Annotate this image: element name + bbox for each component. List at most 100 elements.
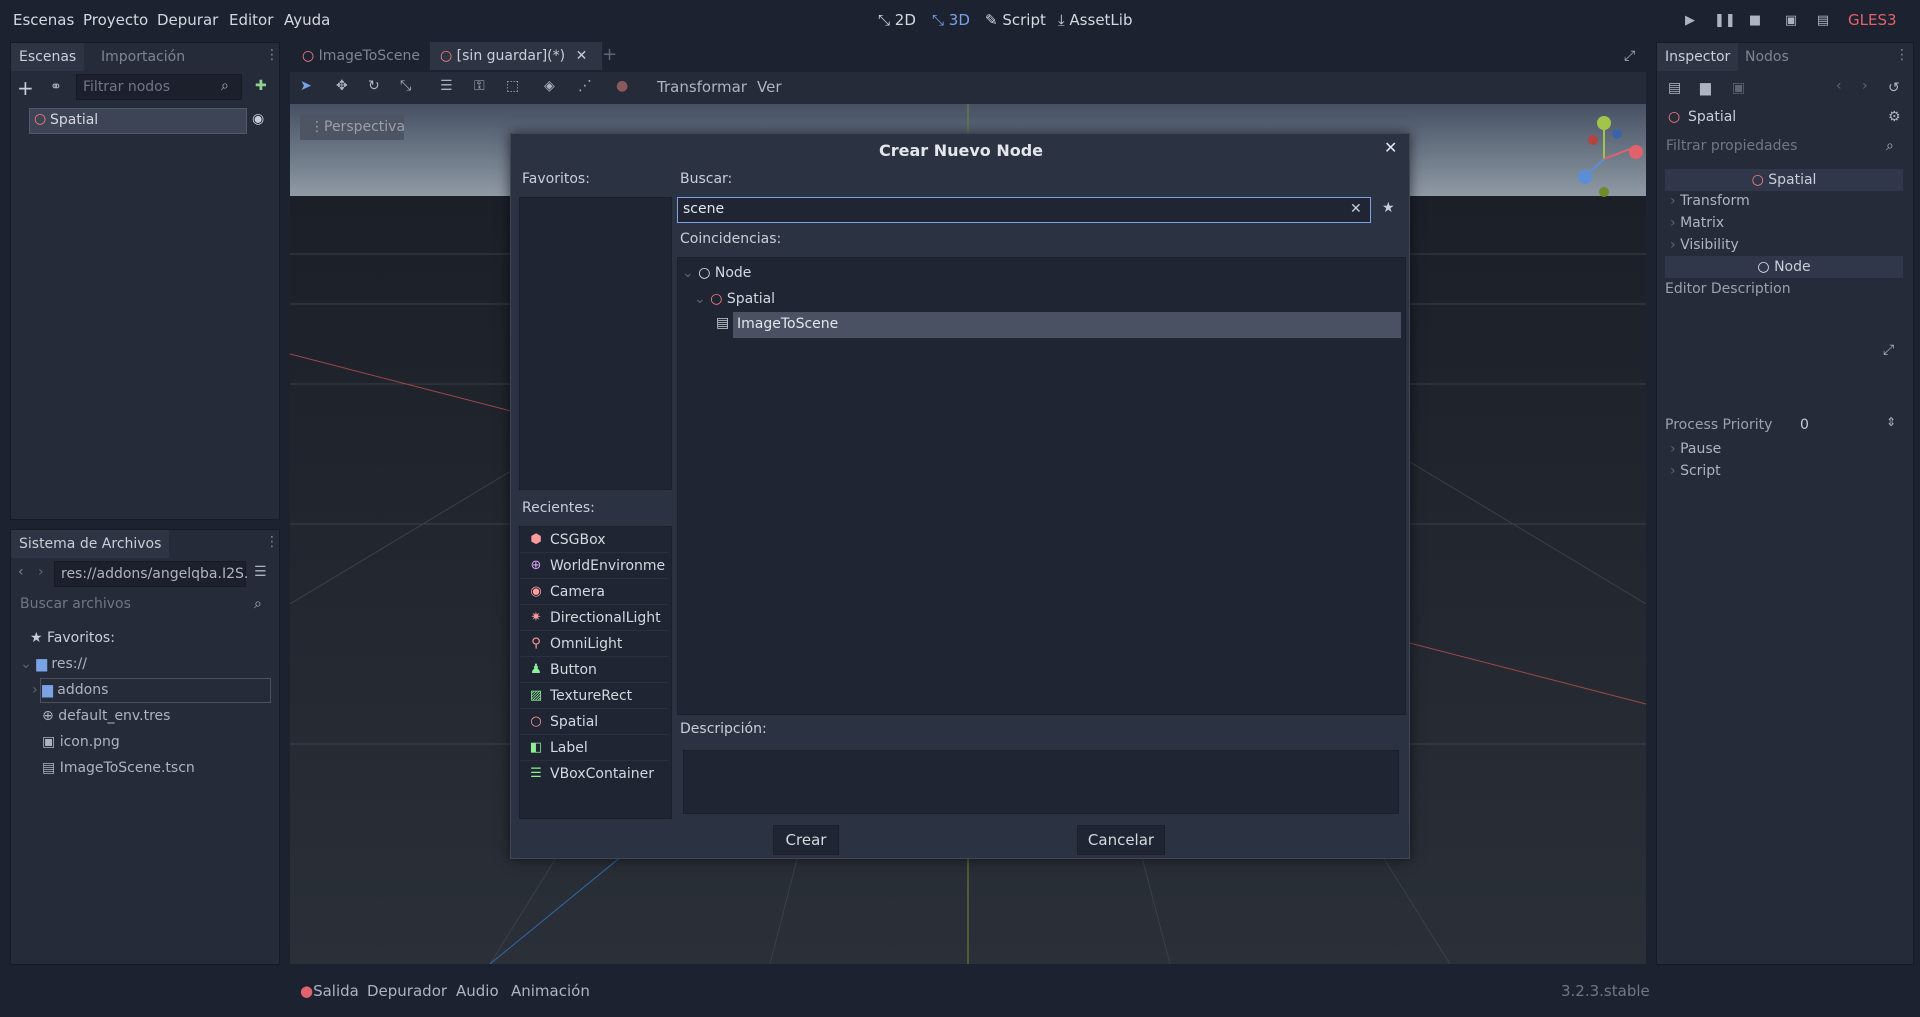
create-button[interactable]: Crear: [773, 825, 839, 855]
fs-favorites[interactable]: ★ Favoritos:: [30, 630, 115, 646]
play-scene-icon[interactable]: ▣: [1782, 12, 1800, 30]
menu-project[interactable]: Proyecto: [83, 11, 148, 29]
panel-menu-icon[interactable]: ⋮: [1895, 47, 1909, 63]
tab-inspector[interactable]: Inspector: [1657, 43, 1739, 71]
tab-imagetoscene[interactable]: ○ ImageToScene: [292, 42, 428, 70]
stop-icon[interactable]: ■: [1746, 12, 1764, 30]
menu-debug[interactable]: Depurar: [157, 11, 218, 29]
open-folder-icon[interactable]: ▆: [1700, 80, 1711, 96]
pause-icon[interactable]: ❚❚: [1714, 12, 1736, 30]
visibility-icon[interactable]: ◉: [252, 111, 264, 127]
tab-nodes[interactable]: Nodos: [1737, 43, 1797, 71]
search-files-input[interactable]: Buscar archivos: [14, 592, 246, 618]
play-custom-icon[interactable]: ▤: [1814, 12, 1832, 30]
tab-unsaved[interactable]: ○ [sin guardar](*) ✕: [430, 42, 602, 70]
renderer-label[interactable]: GLES3: [1848, 11, 1897, 29]
link-icon[interactable]: ⚭: [50, 79, 62, 95]
process-priority-field[interactable]: 0 ⇕: [1792, 413, 1902, 439]
panel-menu-icon[interactable]: ⋮: [265, 47, 279, 63]
recent-item[interactable]: ✷ DirectionalLight: [520, 605, 668, 631]
script-add-icon[interactable]: ✚: [255, 78, 267, 94]
mode-script-button[interactable]: ✎ Script: [985, 11, 1046, 29]
mode-2d-button[interactable]: ⤡ 2D: [878, 11, 916, 29]
recent-item[interactable]: ◉ Camera: [520, 579, 668, 605]
fs-file-env[interactable]: ⊕ default_env.tres: [42, 708, 170, 724]
tab-import[interactable]: Importación: [93, 43, 193, 71]
recent-item[interactable]: ♟ Button: [520, 657, 668, 683]
tree-item-node[interactable]: ⌄ ○ Node: [682, 260, 1282, 286]
object-properties-icon[interactable]: ⚙: [1888, 109, 1901, 125]
favorites-list[interactable]: [519, 197, 672, 490]
layout-toggle-icon[interactable]: ☰: [254, 564, 267, 580]
view-menu[interactable]: Ver: [757, 78, 782, 96]
filter-properties-input[interactable]: Filtrar propiedades: [1660, 134, 1908, 160]
fs-addons-folder[interactable]: › ▆ addons: [32, 682, 108, 698]
panel-menu-icon[interactable]: ⋮: [265, 534, 279, 550]
spinner-icon[interactable]: ⇕: [1886, 415, 1896, 429]
tree-item-spatial[interactable]: ⌄ ○ Spatial: [694, 286, 1294, 312]
save-icon[interactable]: ▣: [1732, 80, 1745, 96]
fullscreen-icon[interactable]: ⤢: [1624, 48, 1635, 64]
expand-icon[interactable]: ⤢: [1883, 342, 1894, 358]
prop-script[interactable]: › Script: [1670, 463, 1721, 479]
tab-animation[interactable]: Animación: [511, 982, 590, 1000]
history-icon[interactable]: ↺: [1888, 80, 1900, 96]
menu-scenes[interactable]: Escenas: [13, 11, 74, 29]
filter-nodes-input[interactable]: Filtrar nodos: [76, 74, 242, 100]
group-icon[interactable]: ⬚: [506, 78, 519, 94]
mode-3d-button[interactable]: ⤡ 3D: [932, 11, 970, 29]
add-tab-icon[interactable]: +: [602, 44, 617, 65]
add-node-icon[interactable]: +: [17, 76, 34, 100]
move-tool-icon[interactable]: ✥: [336, 78, 348, 94]
recent-item[interactable]: ⬢ CSGBox: [520, 527, 668, 553]
mode-assetlib-button[interactable]: ⤓ AssetLib: [1058, 11, 1132, 29]
back-icon[interactable]: ‹: [1836, 78, 1842, 94]
fs-file-icon[interactable]: ▣ icon.png: [42, 734, 120, 750]
recent-item[interactable]: ○ Spatial: [520, 709, 668, 735]
fs-file-scene[interactable]: ▤ ImageToScene.tscn: [42, 760, 195, 776]
rotate-tool-icon[interactable]: ↻: [368, 78, 380, 94]
close-icon[interactable]: ✕: [1384, 138, 1397, 157]
back-icon[interactable]: ‹: [18, 564, 24, 580]
recent-item[interactable]: ☰ VBoxContainer: [520, 761, 668, 787]
recent-list[interactable]: ⬢ CSGBox ⊕ WorldEnvironme ◉ Camera ✷ Directi…: [519, 526, 672, 819]
tab-debugger[interactable]: Depurador: [367, 982, 447, 1000]
list-select-icon[interactable]: ☰: [440, 78, 453, 94]
search-input[interactable]: scene ✕: [677, 197, 1371, 223]
recent-item[interactable]: ▨ TextureRect: [520, 683, 668, 709]
close-icon[interactable]: ✕: [576, 48, 588, 64]
clear-icon[interactable]: ✕: [1350, 201, 1362, 217]
menu-editor[interactable]: Editor: [229, 11, 273, 29]
lock-icon[interactable]: ⚿: [474, 78, 485, 94]
path-field[interactable]: res://addons/angelqba.I2S.: [54, 561, 248, 587]
forward-icon[interactable]: ›: [38, 564, 44, 580]
forward-icon[interactable]: ›: [1862, 78, 1868, 94]
menu-help[interactable]: Ayuda: [284, 11, 330, 29]
new-resource-icon[interactable]: ▤: [1668, 80, 1681, 96]
play-icon[interactable]: ▶: [1681, 12, 1699, 30]
recent-item[interactable]: ⚲ OmniLight: [520, 631, 668, 657]
tab-filesystem[interactable]: Sistema de Archivos: [11, 530, 170, 558]
matches-tree[interactable]: ⌄ ○ Node ⌄ ○ Spatial ▤ ImageToScene: [677, 257, 1406, 715]
star-icon[interactable]: ★: [1382, 200, 1395, 216]
tab-audio[interactable]: Audio: [456, 982, 499, 1000]
recent-item[interactable]: ◧ Label: [520, 735, 668, 761]
fs-res-folder[interactable]: ⌄ ▆ res://: [20, 656, 87, 672]
editor-description-field[interactable]: ⤢: [1665, 300, 1903, 410]
prop-pause[interactable]: › Pause: [1670, 441, 1721, 457]
scene-tree-root[interactable]: ○ Spatial: [29, 108, 247, 134]
snap-icon[interactable]: ⋰: [578, 78, 592, 94]
scale-tool-icon[interactable]: ⤡: [400, 78, 411, 94]
prop-visibility[interactable]: › Visibility: [1670, 237, 1739, 253]
transform-menu[interactable]: Transformar: [657, 78, 747, 96]
prop-transform[interactable]: › Transform: [1670, 193, 1750, 209]
select-tool-icon[interactable]: ➤: [300, 78, 312, 94]
camera-override-icon[interactable]: ●: [616, 78, 628, 94]
tab-scenes[interactable]: Escenas: [11, 43, 85, 71]
perspective-menu[interactable]: ⋮ Perspectiva: [300, 114, 405, 140]
local-space-icon[interactable]: ◈: [544, 78, 555, 94]
cancel-button[interactable]: Cancelar: [1077, 825, 1165, 855]
tree-item-imagetoscene[interactable]: ▤ ImageToScene: [716, 312, 1401, 338]
tab-output[interactable]: ●Salida: [300, 982, 359, 1000]
recent-item[interactable]: ⊕ WorldEnvironme: [520, 553, 668, 579]
